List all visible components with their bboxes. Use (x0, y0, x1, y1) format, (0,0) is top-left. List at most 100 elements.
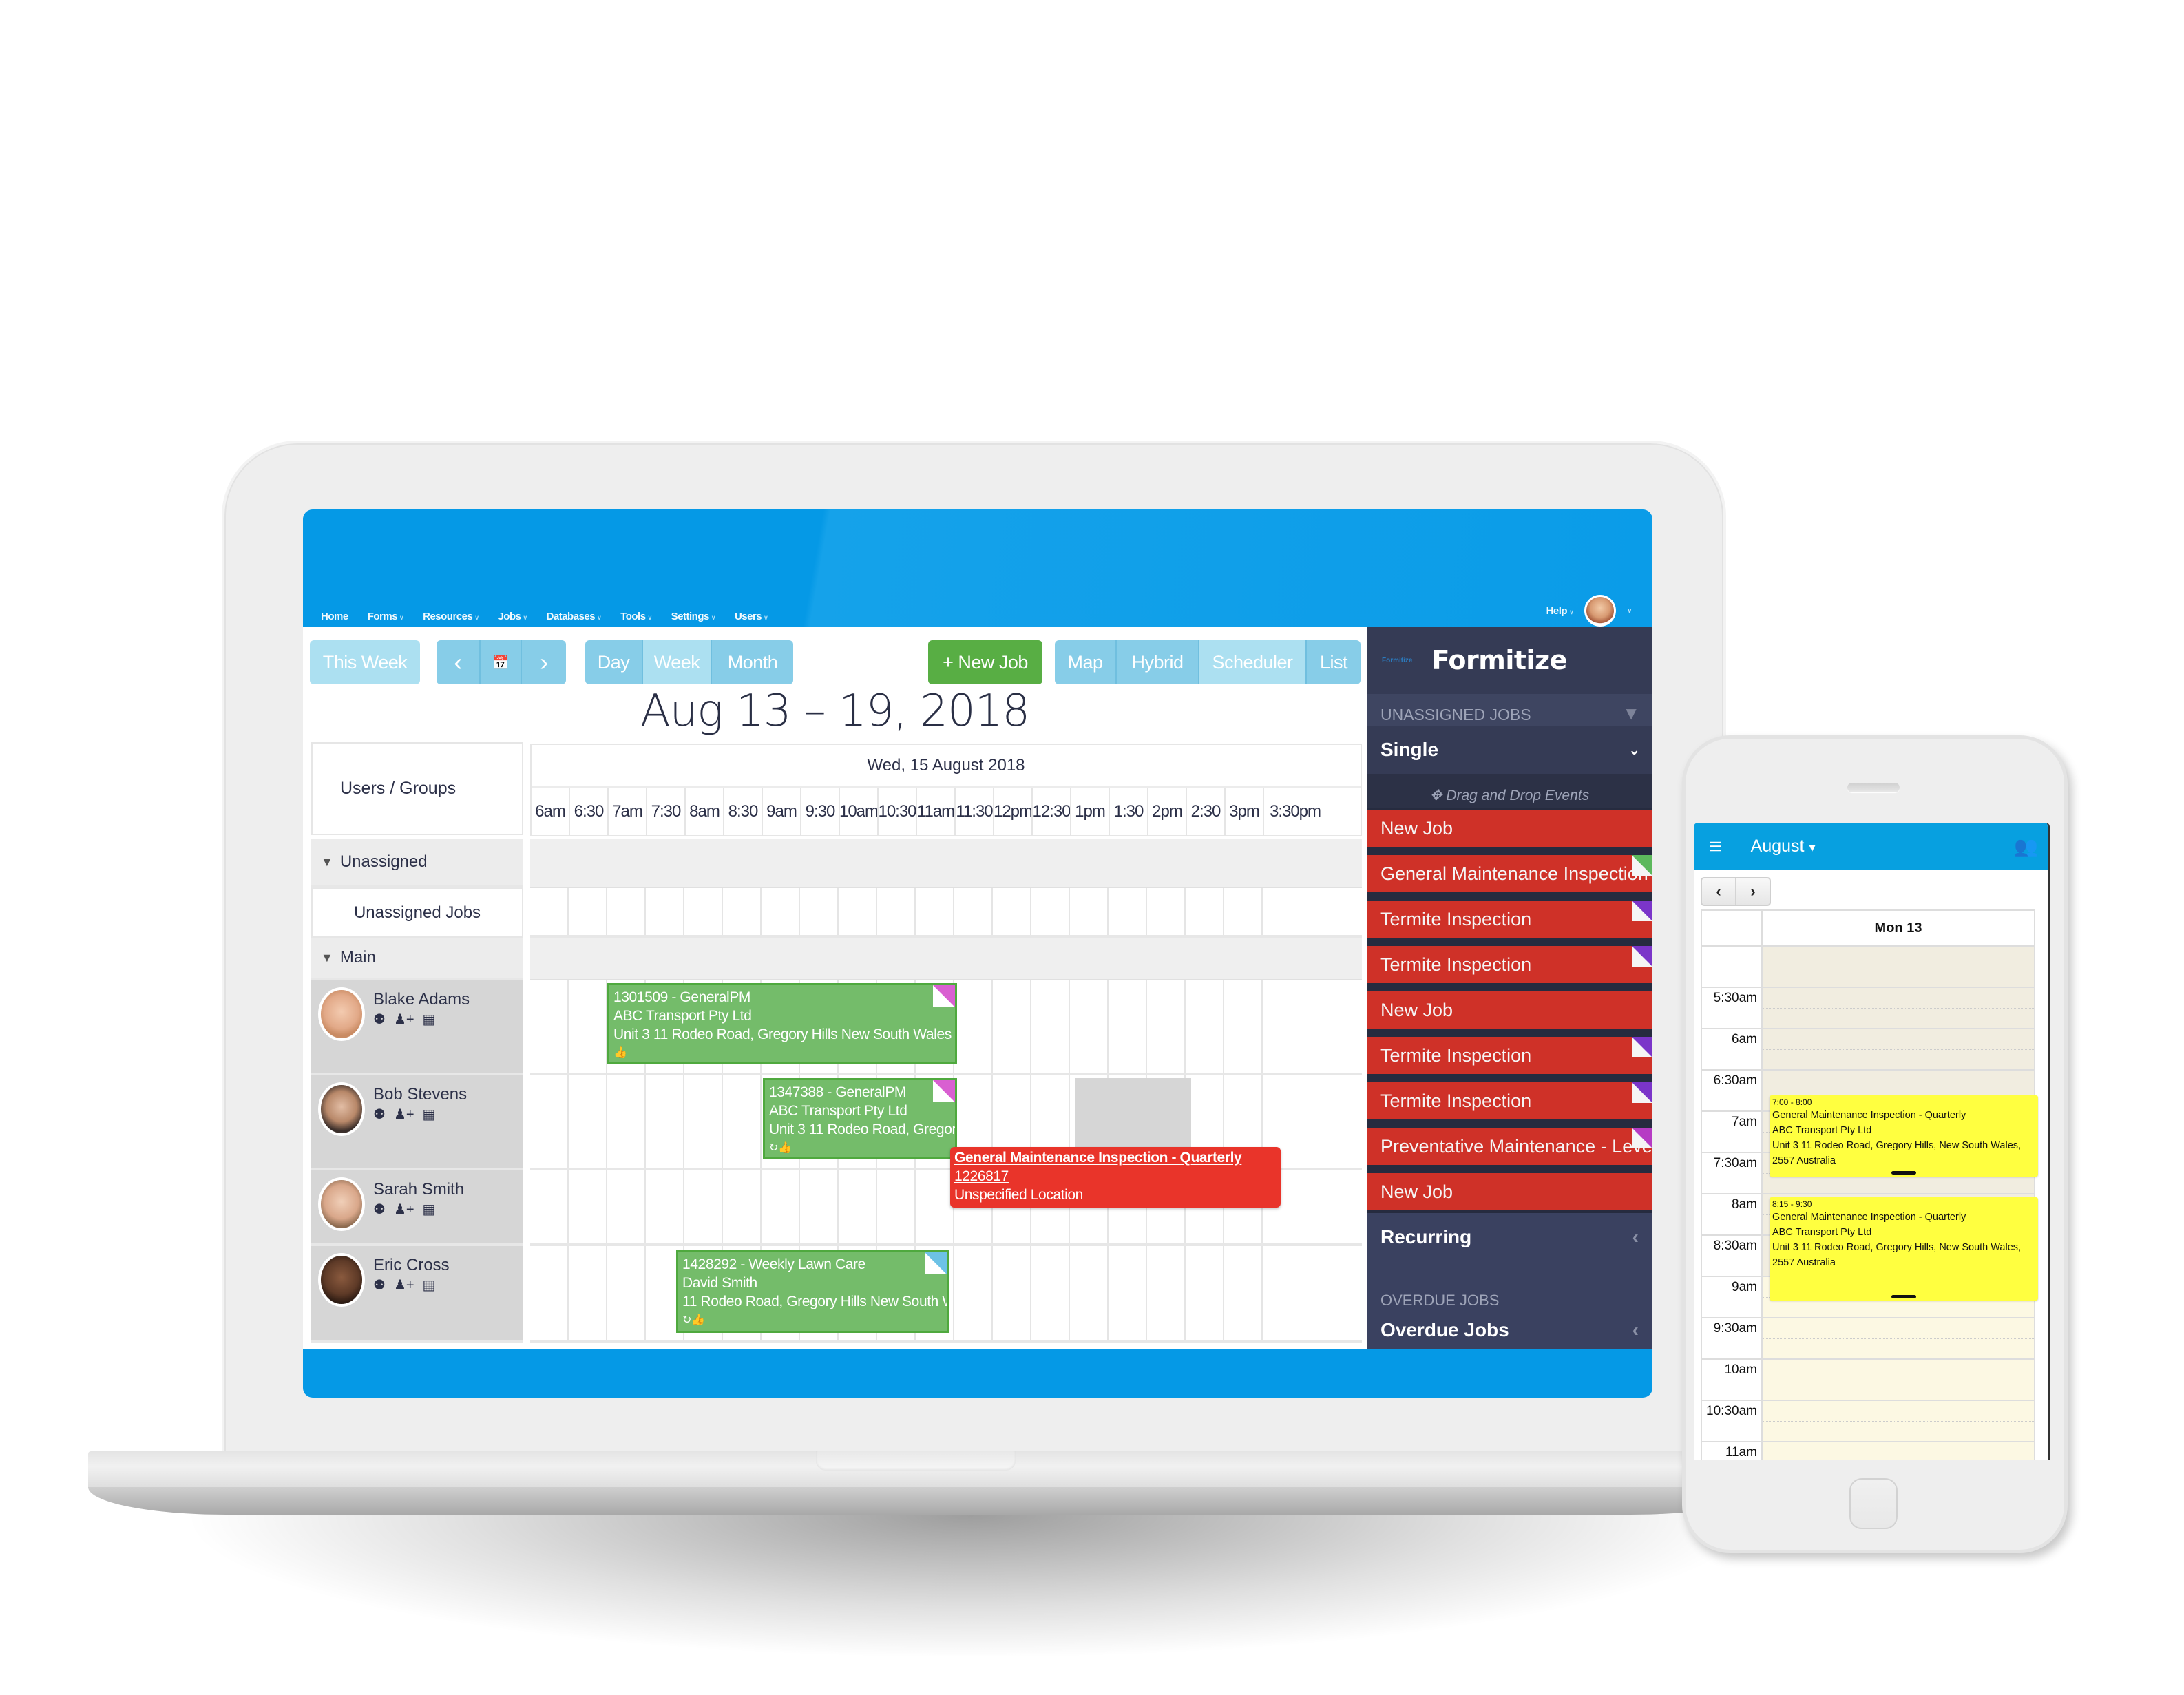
time-cell[interactable] (1147, 1246, 1186, 1340)
time-cell[interactable] (1109, 888, 1147, 935)
time-cell[interactable] (569, 1075, 607, 1168)
next-day-button[interactable]: › (1736, 878, 1770, 905)
time-cell[interactable] (1224, 1246, 1263, 1340)
time-cell[interactable] (800, 888, 839, 935)
time-cell[interactable] (530, 1246, 569, 1340)
assign-user-icon[interactable]: ♟+ (394, 1201, 414, 1218)
scheduler-view-button[interactable]: Scheduler (1199, 640, 1307, 684)
users-group-icon[interactable]: 👥 (2014, 835, 2038, 858)
resize-handle[interactable] (1891, 1171, 1916, 1175)
nav-item-forms[interactable]: Forms ∨ (368, 611, 404, 622)
time-cell[interactable] (569, 980, 607, 1073)
calendar-icon[interactable]: ▦ (423, 1011, 436, 1028)
time-cell[interactable] (1070, 980, 1109, 1073)
location-pin-icon[interactable]: ⚉ (373, 1276, 386, 1294)
week-view-button[interactable]: Week (643, 640, 712, 684)
new-job-button[interactable]: + New Job (928, 640, 1042, 684)
slot-cell[interactable] (1763, 1318, 2035, 1358)
resource-lane[interactable] (530, 888, 1362, 938)
location-pin-icon[interactable]: ⚉ (373, 1201, 386, 1218)
time-cell[interactable] (877, 1170, 916, 1243)
assign-user-icon[interactable]: ♟+ (394, 1276, 414, 1294)
nav-item-users[interactable]: Users ∨ (735, 611, 768, 622)
time-cell[interactable] (684, 888, 723, 935)
list-view-button[interactable]: List (1307, 640, 1361, 684)
time-cell[interactable] (723, 888, 762, 935)
location-pin-icon[interactable]: ⚉ (373, 1106, 386, 1123)
time-cell[interactable] (1147, 980, 1186, 1073)
time-cell[interactable] (684, 1170, 723, 1243)
time-cell[interactable] (1031, 980, 1070, 1073)
mobile-event[interactable]: 7:00 - 8:00 General Maintenance Inspecti… (1770, 1095, 2038, 1177)
nav-item-resources[interactable]: Resources ∨ (423, 611, 479, 622)
time-cell[interactable] (530, 888, 569, 935)
time-cell[interactable] (1224, 888, 1263, 935)
job-event[interactable]: 1301509 - GeneralPM ABC Transport Pty Lt… (607, 983, 957, 1064)
time-cell[interactable] (1263, 980, 1325, 1073)
time-cell[interactable] (1263, 888, 1325, 935)
calendar-icon[interactable]: ▦ (423, 1201, 436, 1218)
time-cell[interactable] (607, 1170, 646, 1243)
nav-help[interactable]: Help ∨ (1546, 605, 1574, 617)
time-cell[interactable] (530, 1075, 569, 1168)
unassigned-job-item[interactable]: Termite Inspection (1367, 946, 1652, 983)
time-cell[interactable] (1186, 980, 1224, 1073)
mode-select[interactable]: Single ⌄ (1367, 726, 1652, 774)
slot-cell[interactable] (1763, 1401, 2035, 1441)
time-cell[interactable] (607, 1246, 646, 1340)
assign-user-icon[interactable]: ♟+ (394, 1106, 414, 1123)
slot-cell[interactable] (1763, 947, 2035, 987)
nav-item-tools[interactable]: Tools ∨ (620, 611, 652, 622)
slot-cell[interactable] (1763, 988, 2035, 1028)
time-cell[interactable] (607, 888, 646, 935)
time-cell[interactable] (1224, 980, 1263, 1073)
recurring-toggle[interactable]: Recurring ‹ (1367, 1213, 1652, 1261)
time-cell[interactable] (530, 1170, 569, 1243)
prev-day-button[interactable]: ‹ (1702, 878, 1736, 905)
time-cell[interactable] (1031, 1246, 1070, 1340)
day-view-button[interactable]: Day (585, 640, 643, 684)
nav-item-jobs[interactable]: Jobs ∨ (498, 611, 527, 622)
time-cell[interactable] (1109, 1246, 1147, 1340)
dragging-job-event[interactable]: General Maintenance Inspection - Quarter… (950, 1147, 1281, 1208)
unassigned-job-item[interactable]: New Job (1367, 1173, 1652, 1210)
time-cell[interactable] (954, 980, 993, 1073)
chevron-down-icon[interactable]: ∨ (1627, 607, 1632, 615)
time-cell[interactable] (646, 1170, 684, 1243)
time-cell[interactable] (569, 1170, 607, 1243)
time-cell[interactable] (839, 888, 877, 935)
filter-icon[interactable]: ▼ (1622, 703, 1640, 724)
user-avatar[interactable] (1584, 595, 1617, 627)
resize-handle[interactable] (1891, 1295, 1916, 1298)
unassigned-job-item[interactable]: Termite Inspection (1367, 1082, 1652, 1119)
time-cell[interactable] (839, 1170, 877, 1243)
time-cell[interactable] (762, 1170, 800, 1243)
prev-button[interactable]: ‹ (437, 640, 481, 684)
calendar-icon[interactable]: 📅 (481, 640, 522, 684)
nav-item-settings[interactable]: Settings ∨ (671, 611, 716, 622)
mobile-event[interactable]: 8:15 - 9:30 General Maintenance Inspecti… (1770, 1197, 2038, 1301)
location-pin-icon[interactable]: ⚉ (373, 1011, 386, 1028)
time-cell[interactable] (1109, 980, 1147, 1073)
unassigned-job-item[interactable]: Preventative Maintenance - Level 1 (1367, 1128, 1652, 1165)
time-cell[interactable] (1186, 1246, 1224, 1340)
time-cell[interactable] (916, 1170, 954, 1243)
unassigned-job-item[interactable]: General Maintenance Inspection - Quarter… (1367, 855, 1652, 892)
time-cell[interactable] (723, 1170, 762, 1243)
unassigned-job-item[interactable]: New Job (1367, 810, 1652, 847)
time-cell[interactable] (800, 1170, 839, 1243)
month-dropdown[interactable]: August ▾ (1751, 836, 1816, 856)
unassigned-job-item[interactable]: Termite Inspection (1367, 901, 1652, 938)
time-cell[interactable] (1031, 888, 1070, 935)
hybrid-view-button[interactable]: Hybrid (1117, 640, 1199, 684)
group-row-unassigned[interactable]: ▼ Unassigned (311, 839, 1363, 888)
time-cell[interactable] (993, 980, 1031, 1073)
unassigned-job-item[interactable]: Termite Inspection (1367, 1037, 1652, 1074)
calendar-icon[interactable]: ▦ (423, 1276, 436, 1294)
this-week-button[interactable]: This Week (310, 640, 420, 684)
event-title-link[interactable]: General Maintenance Inspection - Quarter… (954, 1148, 1277, 1167)
time-cell[interactable] (877, 888, 916, 935)
time-cell[interactable] (916, 888, 954, 935)
time-cell[interactable] (1147, 888, 1186, 935)
slot-cell[interactable] (1763, 1360, 2035, 1400)
